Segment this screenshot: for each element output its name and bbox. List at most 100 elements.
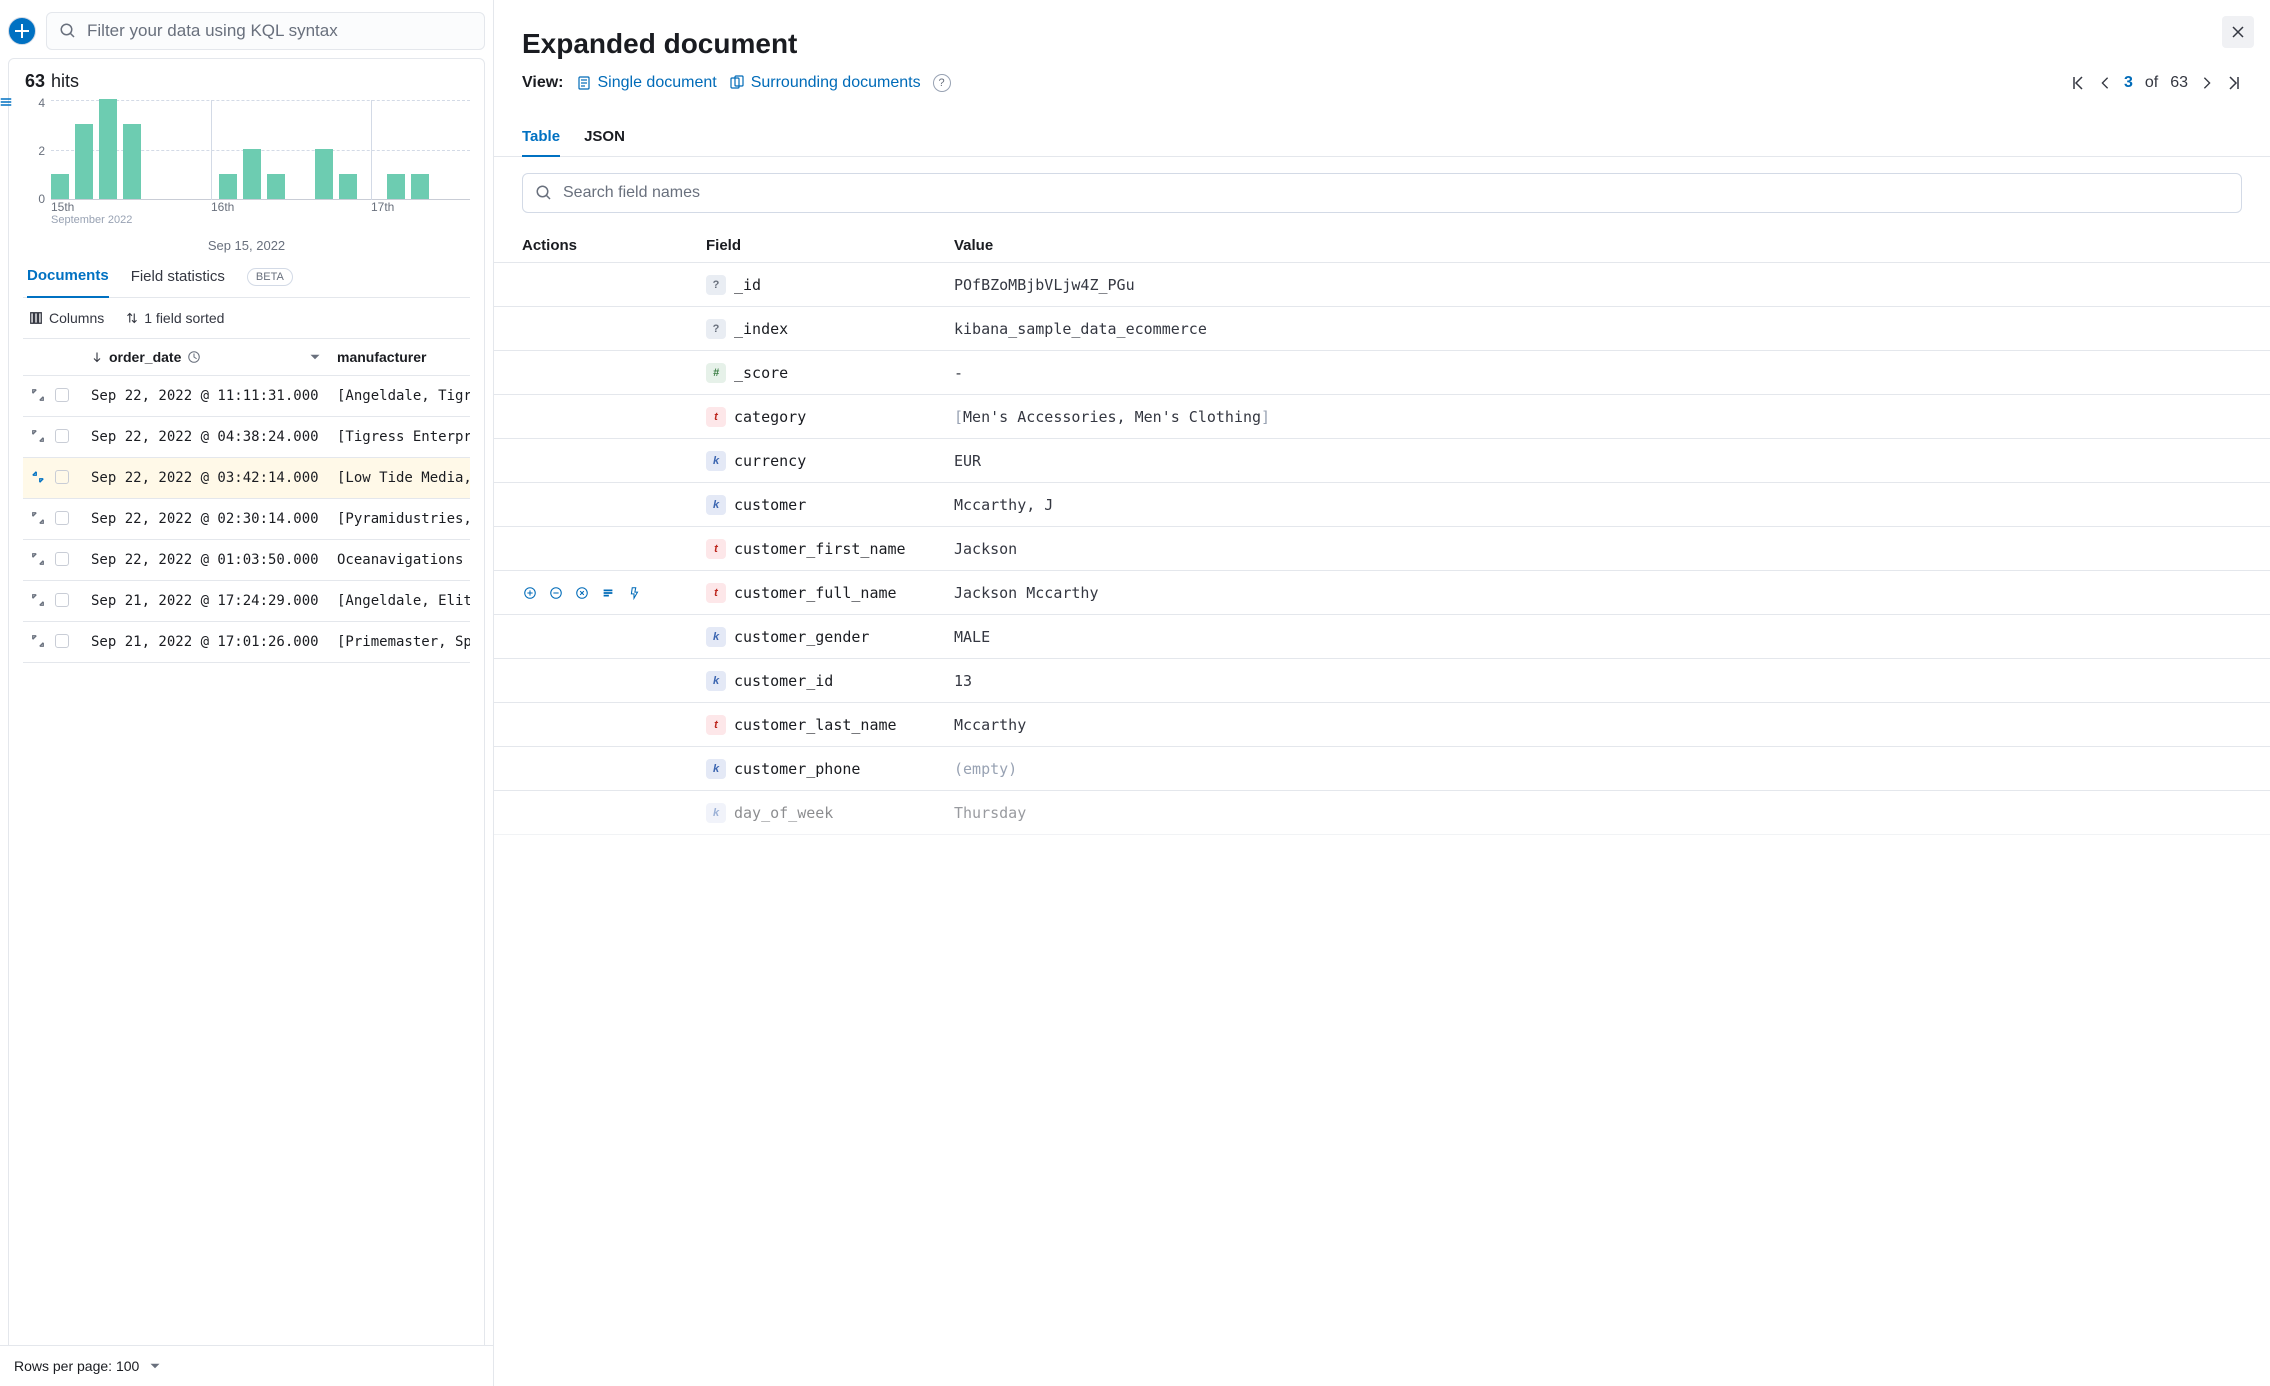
sort-info-button[interactable]: 1 field sorted [126,310,224,326]
expand-row-button[interactable] [23,622,55,662]
rows-per-page-button[interactable]: Rows per page: 100 [0,1345,493,1386]
table-row[interactable]: Sep 22, 2022 @ 02:30:14.000[Pyramidustri… [23,499,470,540]
pin-field-button[interactable] [626,585,642,601]
field-row[interactable]: ?_indexkibana_sample_data_ecommerce [494,307,2270,351]
expand-row-button[interactable] [23,458,55,498]
expand-row-button[interactable] [23,376,55,416]
columns-button[interactable]: Columns [29,310,104,326]
field-row[interactable]: ?_idPOfBZoMBjbVLjw4Z_PGu [494,263,2270,307]
cell-manufacturer: [Low Tide Media, Elitelligence] [329,458,470,498]
histogram-bar [387,174,405,199]
sort-desc-icon [91,351,103,363]
panel-title: Expanded document [522,28,2242,60]
x-tick: 17th [371,200,394,214]
histogram-bar [51,174,69,199]
field-name: customer_id [734,672,833,690]
search-field-names-input[interactable]: Search field names [522,173,2242,213]
search-icon [535,184,553,202]
field-value: kibana_sample_data_ecommerce [954,320,2242,338]
field-type-icon: k [706,627,726,647]
prev-page-button[interactable] [2098,76,2112,90]
sidebar-collapse-handle[interactable] [0,0,14,1386]
field-row[interactable]: tcustomer_last_nameMccarthy [494,703,2270,747]
document-icon [576,75,592,91]
histogram-bar [339,174,357,199]
histogram-bar [99,99,117,199]
cell-manufacturer: [Pyramidustries, Lighting] [329,499,470,539]
field-row[interactable]: kcurrencyEUR [494,439,2270,483]
cell-manufacturer: Oceanavigations [329,540,470,580]
field-type-icon: k [706,803,726,823]
cell-manufacturer: [Angeldale, Elitelligence] [329,581,470,621]
field-name: day_of_week [734,804,833,822]
last-page-button[interactable] [2226,75,2242,91]
field-row[interactable]: kcustomer_genderMALE [494,615,2270,659]
histogram-chart[interactable]: 4 2 0 15thSeptember 2022 16th 17th [23,100,470,236]
field-row[interactable]: tcustomer_first_nameJackson [494,527,2270,571]
tab-table[interactable]: Table [522,118,560,157]
field-value: Thursday [954,804,2242,822]
expand-row-button[interactable] [23,499,55,539]
histogram-bar [219,174,237,199]
table-row[interactable]: Sep 21, 2022 @ 17:01:26.000[Primemaster,… [23,622,470,663]
field-row[interactable]: tcategory[Men's Accessories, Men's Cloth… [494,395,2270,439]
row-checkbox[interactable] [55,511,69,525]
field-name: customer_gender [734,628,869,646]
field-row[interactable]: kcustomer_phone(empty) [494,747,2270,791]
table-row[interactable]: Sep 22, 2022 @ 11:11:31.000[Angeldale, T… [23,376,470,417]
column-header-manufacturer[interactable]: manufacturer [329,339,470,375]
field-name: customer_last_name [734,716,897,734]
row-checkbox[interactable] [55,429,69,443]
help-icon[interactable]: ? [933,74,951,92]
chevron-down-icon [149,1360,161,1372]
tab-field-statistics[interactable]: Field statistics [131,268,225,297]
cell-order-date: Sep 22, 2022 @ 01:03:50.000 [83,540,329,580]
field-row[interactable]: kcustomerMccarthy, J [494,483,2270,527]
histogram-bar [315,149,333,199]
clock-icon [187,350,201,364]
expand-row-button[interactable] [23,540,55,580]
row-checkbox[interactable] [55,552,69,566]
first-page-button[interactable] [2070,75,2086,91]
tab-json[interactable]: JSON [584,118,625,156]
field-name: customer_full_name [734,584,897,602]
field-row[interactable]: tcustomer_full_nameJackson Mccarthy [494,571,2270,615]
surrounding-documents-link[interactable]: Surrounding documents [729,74,921,92]
kql-placeholder: Filter your data using KQL syntax [87,21,338,41]
field-row[interactable]: k day_of_week Thursday [494,791,2270,835]
expand-row-button[interactable] [23,417,55,457]
tab-documents[interactable]: Documents [27,267,109,298]
field-name: currency [734,452,806,470]
field-value: Jackson [954,540,2242,558]
close-icon [2230,24,2246,40]
field-row[interactable]: kcustomer_id13 [494,659,2270,703]
field-row[interactable]: #_score- [494,351,2270,395]
field-type-icon: k [706,451,726,471]
kql-search-input[interactable]: Filter your data using KQL syntax [46,12,485,50]
field-value: - [954,364,2242,382]
field-type-icon: ? [706,275,726,295]
toggle-column-button[interactable] [574,585,590,601]
x-tick: 16th [211,200,234,214]
row-checkbox[interactable] [55,470,69,484]
field-name: category [734,408,806,426]
table-row[interactable]: Sep 22, 2022 @ 03:42:14.000[Low Tide Med… [23,458,470,499]
close-button[interactable] [2222,16,2254,48]
cell-order-date: Sep 22, 2022 @ 04:38:24.000 [83,417,329,457]
x-tick: 15th [51,200,74,214]
table-row[interactable]: Sep 21, 2022 @ 17:24:29.000[Angeldale, E… [23,581,470,622]
row-checkbox[interactable] [55,634,69,648]
column-header-order-date[interactable]: order_date [83,339,329,375]
expand-row-button[interactable] [23,581,55,621]
filter-out-button[interactable] [548,585,564,601]
row-checkbox[interactable] [55,388,69,402]
exists-filter-button[interactable] [600,585,616,601]
hits-count: 63 hits [23,71,470,96]
table-row[interactable]: Sep 22, 2022 @ 01:03:50.000Oceanavigatio… [23,540,470,581]
next-page-button[interactable] [2200,76,2214,90]
single-document-link[interactable]: Single document [576,74,717,92]
row-checkbox[interactable] [55,593,69,607]
filter-for-button[interactable] [522,585,538,601]
field-type-icon: k [706,671,726,691]
table-row[interactable]: Sep 22, 2022 @ 04:38:24.000[Tigress Ente… [23,417,470,458]
